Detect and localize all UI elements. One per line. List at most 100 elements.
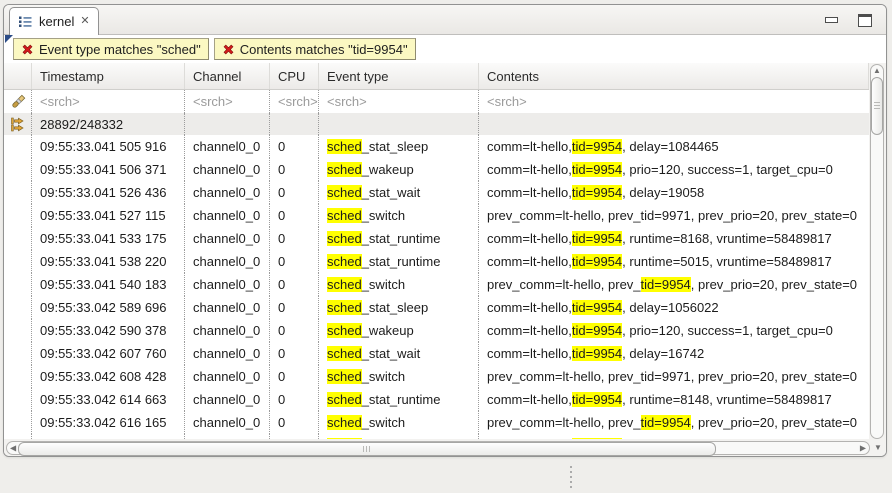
cell-text: , delay=16742 xyxy=(622,346,704,361)
scroll-up-icon[interactable]: ▲ xyxy=(873,65,881,76)
header-timestamp[interactable]: Timestamp xyxy=(32,63,185,89)
highlight-match: tid=9954 xyxy=(641,277,691,292)
search-row-icon-cell xyxy=(4,90,32,113)
cell-event-type: sched_wakeup xyxy=(319,319,479,342)
cell-text: prev_comm=lt-hello, prev_ xyxy=(487,415,641,430)
cell-event-type: sched_stat_sleep xyxy=(319,135,479,158)
horizontal-scrollbar[interactable]: ◀ ▶ xyxy=(6,441,870,455)
highlight-match: sched xyxy=(327,139,362,154)
cell-text: _stat_sleep xyxy=(362,300,429,315)
cell-timestamp: 09:55:33.041 526 436 xyxy=(32,181,185,204)
table-row[interactable]: 09:55:33.041 505 916channel0_00sched_sta… xyxy=(4,135,869,158)
remove-filter-icon[interactable] xyxy=(222,43,235,56)
cell-cpu: 0 xyxy=(270,204,319,227)
search-input-contents[interactable]: <srch> xyxy=(479,90,869,113)
filter-arrows-icon xyxy=(10,116,26,132)
cell-text: _switch xyxy=(362,208,405,223)
vertical-scrollbar-track[interactable]: ▲ xyxy=(870,64,884,439)
highlight-match: tid=9954 xyxy=(572,162,622,177)
filter-bar: Event type matches "sched"Contents match… xyxy=(4,35,886,63)
cell-cpu: 0 xyxy=(270,388,319,411)
row-marker-cell xyxy=(4,158,32,181)
cell-event-type: sched_stat_runtime xyxy=(319,250,479,273)
cell-contents: comm=lt-hello, tid=9954, prio=120, succe… xyxy=(479,158,869,181)
cell-event-type: sched_switch xyxy=(319,365,479,388)
highlight-match: sched xyxy=(327,185,362,200)
filter-bar-collapse-marker[interactable] xyxy=(5,35,13,43)
cell-cpu: 0 xyxy=(270,250,319,273)
cell-text: _stat_runtime xyxy=(362,254,441,269)
cell-channel: channel0_0 xyxy=(185,227,270,250)
table-row[interactable]: 09:55:33.042 608 428channel0_00sched_swi… xyxy=(4,365,869,388)
row-marker-cell xyxy=(4,342,32,365)
cell-text: _switch xyxy=(362,369,405,384)
search-row: <srch> <srch> <srch> <srch> <srch> xyxy=(4,90,869,113)
cell-text: _switch xyxy=(362,277,405,292)
table-row[interactable]: 09:55:33.042 590 378channel0_00sched_wak… xyxy=(4,319,869,342)
maximize-icon[interactable] xyxy=(858,14,872,27)
scroll-down-icon[interactable]: ▼ xyxy=(874,442,882,453)
cell-event-type: sched_switch xyxy=(319,411,479,434)
table-header-row: Timestamp Channel CPU Event type Content… xyxy=(4,63,869,90)
cell-text: prev_comm=lt-hello, prev_tid=9971, prev_… xyxy=(487,208,857,223)
cell-timestamp: 09:55:33.041 533 175 xyxy=(32,227,185,250)
cell-contents: comm=lt-hello, tid=9954, delay=1084465 xyxy=(479,135,869,158)
search-input-channel[interactable]: <srch> xyxy=(185,90,270,113)
table-row[interactable]: 09:55:33.042 616 165channel0_00sched_swi… xyxy=(4,411,869,434)
search-input-event-type[interactable]: <srch> xyxy=(319,90,479,113)
cell-text: comm=lt-hello, xyxy=(487,392,572,407)
cell-text: comm=lt-hello, xyxy=(487,254,572,269)
cell-channel: channel0_0 xyxy=(185,388,270,411)
highlight-match: sched xyxy=(327,415,362,430)
remove-filter-icon[interactable] xyxy=(21,43,34,56)
scroll-left-icon[interactable]: ◀ xyxy=(10,442,16,453)
highlight-match: tid=9954 xyxy=(572,300,622,315)
sash-handle[interactable] xyxy=(570,466,572,488)
cell-timestamp: 09:55:33.041 538 220 xyxy=(32,250,185,273)
cell-text: _stat_sleep xyxy=(362,139,429,154)
cell-text: comm=lt-hello, xyxy=(487,300,572,315)
cell-cpu: 0 xyxy=(270,158,319,181)
table-row[interactable]: 09:55:33.041 526 436channel0_00sched_sta… xyxy=(4,181,869,204)
events-table: Timestamp Channel CPU Event type Content… xyxy=(4,63,869,439)
highlight-match: tid=9954 xyxy=(572,254,622,269)
search-input-cpu[interactable]: <srch> xyxy=(270,90,319,113)
table-row[interactable]: 09:55:33.041 538 220channel0_00sched_sta… xyxy=(4,250,869,273)
header-channel[interactable]: Channel xyxy=(185,63,270,89)
filter-status-empty xyxy=(185,113,270,135)
table-row[interactable]: 09:55:33.041 540 183channel0_00sched_swi… xyxy=(4,273,869,296)
filter-chip[interactable]: Event type matches "sched" xyxy=(13,38,209,60)
cell-text: comm=lt-hello, xyxy=(487,323,572,338)
table-row[interactable]: 09:55:33.041 533 175channel0_00sched_sta… xyxy=(4,227,869,250)
vertical-scrollbar[interactable]: ▲ xyxy=(869,63,886,439)
cell-event-type: sched_stat_sleep xyxy=(319,296,479,319)
header-event-type[interactable]: Event type xyxy=(319,63,479,89)
cell-channel: channel0_0 xyxy=(185,296,270,319)
header-contents[interactable]: Contents xyxy=(479,63,869,89)
row-marker-cell xyxy=(4,319,32,342)
horizontal-scrollbar-thumb[interactable] xyxy=(18,442,716,456)
minimize-icon[interactable] xyxy=(825,17,838,23)
view-window-buttons xyxy=(825,14,872,27)
scroll-right-icon[interactable]: ▶ xyxy=(860,442,866,453)
table-rows: 09:55:33.041 505 916channel0_00sched_sta… xyxy=(4,135,869,439)
tab-close-icon[interactable]: ✕ xyxy=(80,16,89,27)
table-row[interactable]: 09:55:33.042 614 663channel0_00sched_sta… xyxy=(4,388,869,411)
highlight-match: sched xyxy=(327,323,362,338)
cell-contents: comm=lt-hello, tid=9954, delay=19058 xyxy=(479,181,869,204)
table-row[interactable]: 09:55:33.041 506 371channel0_00sched_wak… xyxy=(4,158,869,181)
header-cpu[interactable]: CPU xyxy=(270,63,319,89)
table-row[interactable]: 09:55:33.041 527 115channel0_00sched_swi… xyxy=(4,204,869,227)
filter-chip[interactable]: Contents matches "tid=9954" xyxy=(214,38,416,60)
cell-event-type: sched_stat_runtime xyxy=(319,388,479,411)
cell-channel: channel0_0 xyxy=(185,342,270,365)
vertical-scrollbar-thumb[interactable] xyxy=(871,77,883,135)
table-row[interactable]: 09:55:33.042 589 696channel0_00sched_sta… xyxy=(4,296,869,319)
events-table-icon xyxy=(18,15,33,28)
table-row[interactable]: 09:55:33.042 607 760channel0_00sched_sta… xyxy=(4,342,869,365)
highlight-match: sched xyxy=(327,231,362,246)
search-input-timestamp[interactable]: <srch> xyxy=(32,90,185,113)
tab-kernel[interactable]: kernel ✕ xyxy=(9,7,99,35)
highlight-match: sched xyxy=(327,277,362,292)
cell-contents: prev_comm=lt-hello, prev_tid=9971, prev_… xyxy=(479,365,869,388)
